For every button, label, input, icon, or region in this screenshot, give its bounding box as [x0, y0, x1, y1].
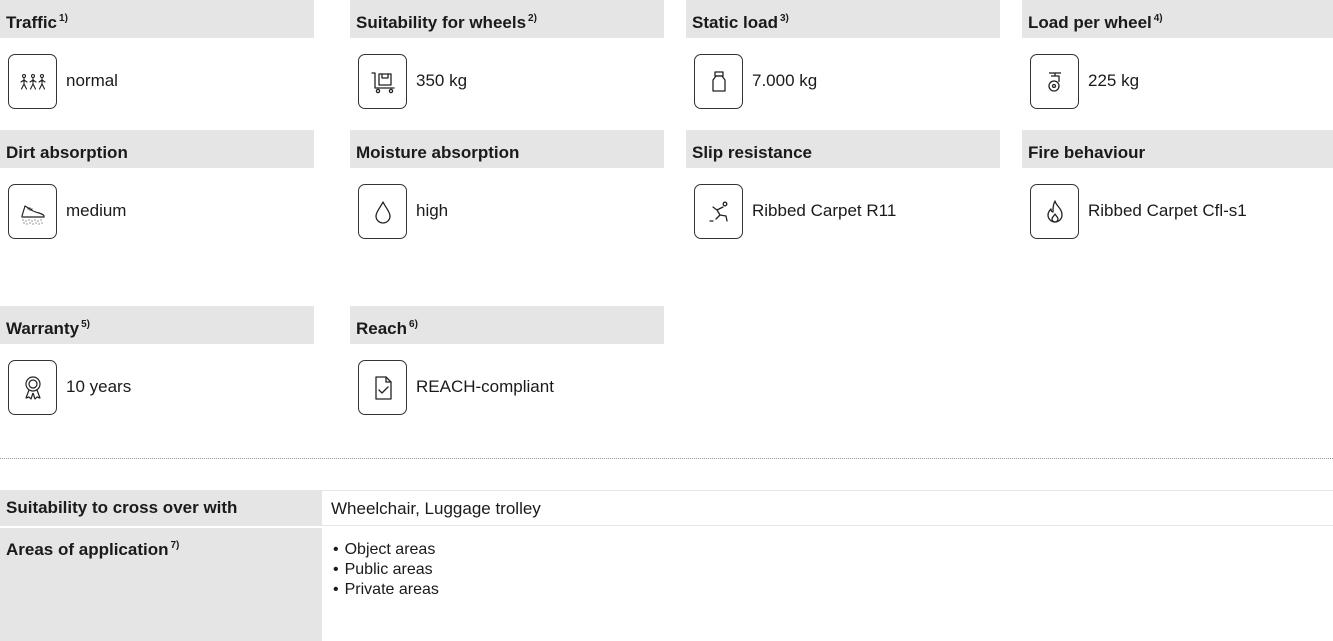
footnote-ref: 6) — [409, 319, 418, 330]
trolley-icon — [358, 54, 407, 109]
property-value: Ribbed Carpet R11 — [752, 201, 897, 220]
property-value: 7.000 kg — [752, 71, 818, 90]
slipping-person-icon — [694, 184, 743, 239]
list-item: Private areas — [333, 580, 1333, 600]
property-moisture-absorption: Moisture absorption high — [350, 130, 664, 240]
shoe-dirt-icon — [8, 184, 57, 239]
property-value: 10 years — [66, 377, 132, 396]
crossover-label: Suitability to cross over with — [0, 490, 322, 526]
property-title: Traffic — [6, 13, 58, 32]
list-item: Public areas — [333, 560, 1333, 580]
property-header: Moisture absorption — [350, 130, 664, 168]
property-value: medium — [66, 201, 127, 220]
areas-value: Object areas Public areas Private areas — [322, 528, 1333, 641]
crossover-row: Suitability to cross over with Wheelchai… — [0, 490, 1333, 526]
pedestrians-icon — [8, 54, 57, 109]
areas-row: Areas of application7) Object areas Publ… — [0, 528, 1333, 641]
divider — [0, 458, 1333, 459]
property-title: Reach — [356, 319, 408, 338]
property-header: Warranty 5) — [0, 306, 314, 344]
crossover-value: Wheelchair, Luggage trolley — [322, 490, 1333, 526]
property-title: Moisture absorption — [356, 143, 520, 162]
document-check-icon — [358, 360, 407, 415]
property-title: Fire behaviour — [1028, 143, 1146, 162]
footnote-ref: 2) — [528, 13, 537, 24]
property-header: Load per wheel 4) — [1022, 0, 1333, 38]
property-value: normal — [66, 71, 118, 90]
areas-label-cell: Areas of application 7) — [0, 528, 322, 641]
property-value: high — [416, 201, 449, 220]
property-slip-resistance: Slip resistance Ribbed Carpet R11 — [686, 130, 1000, 240]
water-drop-icon — [358, 184, 407, 239]
property-title: Dirt absorption — [6, 143, 128, 162]
property-title: Slip resistance — [692, 143, 813, 162]
footnote-ref: 7) — [170, 540, 180, 551]
footnote-ref: 3) — [779, 13, 789, 24]
footnote-ref: 4) — [1153, 13, 1163, 24]
property-dirt-absorption: Dirt absorption medium — [0, 130, 314, 240]
property-fire-behaviour: Fire behaviour Ribbed Carpet Cfl-s1 — [1022, 130, 1333, 240]
property-header: Dirt absorption — [0, 130, 314, 168]
property-title: Load per wheel — [1028, 13, 1152, 32]
property-load-per-wheel: Load per wheel 4) 225 kg — [1022, 0, 1333, 110]
property-static-load: Static load 3) 7.000 kg — [686, 0, 1000, 110]
property-warranty: Warranty 5) 10 years — [0, 306, 314, 416]
property-header: Fire behaviour — [1022, 130, 1333, 168]
property-value: REACH-compliant — [416, 377, 554, 396]
property-header: Suitability for wheels 2) — [350, 0, 664, 38]
property-header: Traffic 1) — [0, 0, 314, 38]
property-wheels: Suitability for wheels 2) 350 kg — [350, 0, 664, 110]
property-header: Static load 3) — [686, 0, 1000, 38]
flame-icon — [1030, 184, 1079, 239]
property-title: Static load — [692, 13, 778, 32]
property-title: Warranty — [6, 319, 80, 338]
property-value: Ribbed Carpet Cfl-s1 — [1088, 201, 1247, 220]
award-rosette-icon — [8, 360, 57, 415]
list-item: Object areas — [333, 540, 1333, 560]
property-title: Suitability for wheels — [356, 13, 527, 32]
weight-icon — [694, 54, 743, 109]
caster-wheel-icon — [1030, 54, 1079, 109]
areas-list: Object areas Public areas Private areas — [333, 540, 1333, 600]
property-reach: Reach 6) REACH-compliant — [350, 306, 664, 416]
property-header: Slip resistance — [686, 130, 1000, 168]
property-value: 225 kg — [1088, 71, 1140, 90]
footnote-ref: 1) — [59, 13, 68, 24]
property-header: Reach 6) — [350, 306, 664, 344]
areas-label: Areas of application — [6, 540, 169, 559]
property-traffic: Traffic 1) normal — [0, 0, 314, 110]
footnote-ref: 5) — [81, 319, 90, 330]
property-value: 350 kg — [416, 71, 468, 90]
